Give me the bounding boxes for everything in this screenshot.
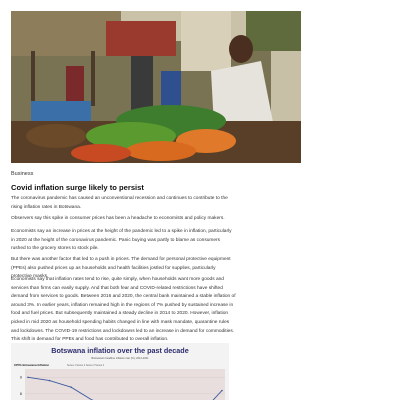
chart-subtitle: Botswana's headline inflation rate (%), … [91,356,149,360]
market-photo-icon [11,11,301,163]
chart-data-point [221,389,223,392]
hero-image [11,11,301,163]
article-title: Covid inflation surge likely to persist [11,183,144,192]
chart-plot-band [25,369,225,400]
article-paragraph: Economists say that inflation rates tend… [11,277,236,343]
chart-data-point [70,386,72,388]
chart-title: Botswana inflation over the past decade [51,346,188,355]
chart-data-point [48,379,51,382]
inflation-chart-card: Botswana inflation over the past decade … [11,343,229,400]
inflation-chart: Botswana inflation over the past decade … [14,346,225,400]
article-paragraph: The coronavirus pandemic has caused an u… [11,196,228,210]
article-category[interactable]: Business [11,171,33,177]
chart-legend: Series 1 Series 2 Series 3 Series 4 [67,364,105,367]
article-paragraph: Observers say this spike in consumer pri… [11,216,225,221]
article-paragraph: Economists say an increase in prices at … [11,229,232,252]
chart-series-label: CPI% Botswana Inflation [14,363,49,367]
chart-y-tick-label: 8 [20,391,23,396]
chart-data-point [27,376,29,379]
chart-y-tick-label: 9 [20,375,23,380]
